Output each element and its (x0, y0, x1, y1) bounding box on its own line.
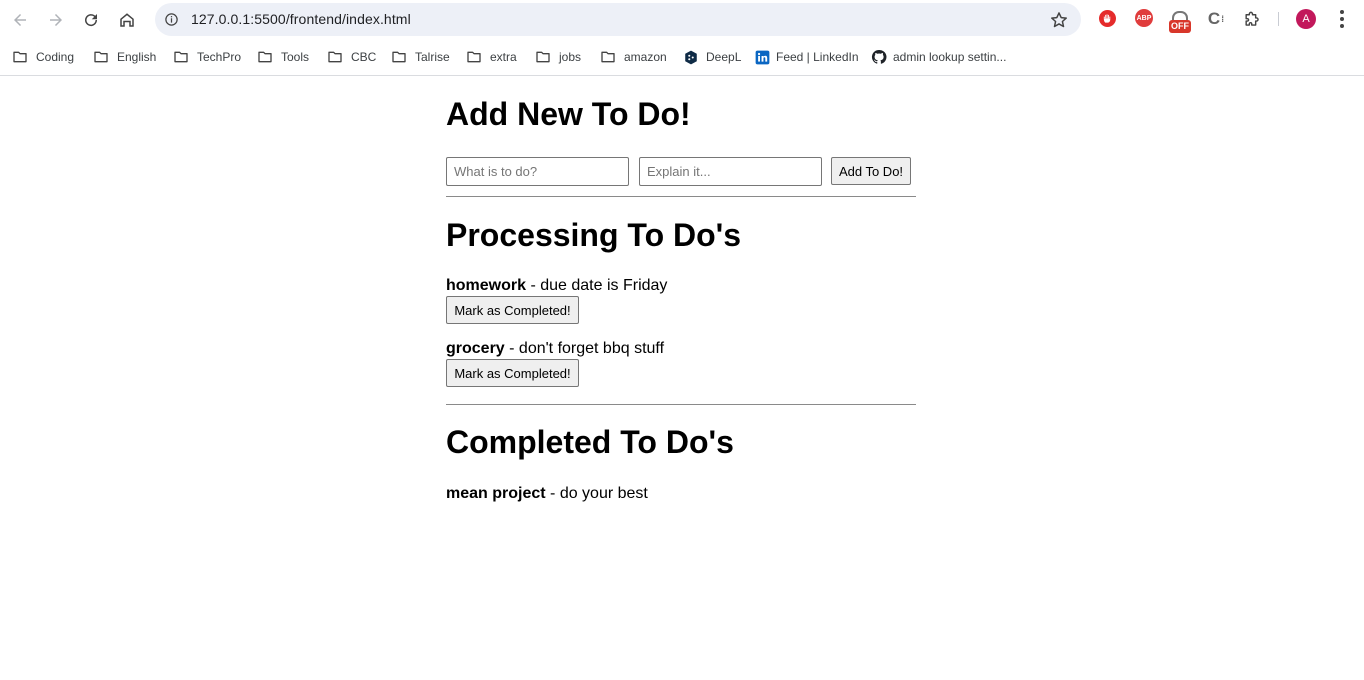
todo-description-input[interactable] (639, 157, 822, 186)
bookmark-label: English (117, 50, 157, 64)
processing-todo-item: grocery - don't forget bbq stuff (446, 340, 664, 358)
reload-icon (85, 14, 98, 27)
bookmark-label: CBC (351, 50, 377, 64)
home-button[interactable] (114, 7, 140, 33)
back-button[interactable] (7, 7, 33, 33)
bookmark-english[interactable]: English (93, 47, 156, 67)
home-icon (120, 13, 134, 27)
divider (446, 404, 916, 405)
bookmarks-bar: Coding English TechPro Tools CBC Talrise… (0, 38, 1364, 76)
bookmark-label: DeepL (706, 50, 742, 64)
bookmark-coding[interactable]: Coding (12, 47, 74, 67)
folder-icon (12, 49, 28, 65)
github-icon (871, 49, 887, 65)
folder-icon (257, 49, 273, 65)
c-extension-icon[interactable]: C ⁞ (1206, 9, 1226, 29)
folder-icon (327, 49, 343, 65)
folder-icon (93, 49, 109, 65)
add-todo-button[interactable]: Add To Do! (831, 157, 911, 185)
address-bar[interactable]: 127.0.0.1:5500/frontend/index.html (155, 3, 1081, 36)
reload-button[interactable] (78, 7, 104, 33)
todo-title-input[interactable] (446, 157, 629, 186)
arrow-right-icon (50, 14, 62, 26)
folder-icon (173, 49, 189, 65)
mark-completed-button[interactable]: Mark as Completed! (446, 296, 579, 324)
bookmark-label: jobs (559, 50, 582, 64)
adblock-plus-extension-icon[interactable]: ABP (1135, 9, 1153, 27)
bookmark-label: Coding (36, 50, 75, 64)
folder-icon (535, 49, 551, 65)
completed-heading: Completed To Do's (446, 424, 734, 460)
todo-description: - don't forget bbq stuff (504, 340, 665, 357)
stop-hand-extension-icon[interactable] (1099, 10, 1116, 27)
browser-toolbar: 127.0.0.1:5500/frontend/index.html ABP O… (0, 0, 1364, 38)
todo-title: grocery (446, 340, 505, 357)
folder-icon (600, 49, 616, 65)
shopping-off-extension-icon[interactable]: OFF (1169, 11, 1191, 33)
bookmark-talrise[interactable]: Talrise (391, 47, 450, 67)
url-text[interactable]: 127.0.0.1:5500/frontend/index.html (191, 11, 411, 27)
bookmark-label: admin lookup settin... (893, 50, 1007, 64)
bookmark-cbc[interactable]: CBC (327, 47, 376, 67)
profile-avatar[interactable]: A (1296, 9, 1316, 29)
bookmark-linkedin[interactable]: Feed | LinkedIn (754, 47, 859, 67)
bookmark-github[interactable]: admin lookup settin... (871, 47, 1006, 67)
bookmark-amazon[interactable]: amazon (600, 47, 667, 67)
site-info-icon[interactable] (163, 11, 180, 28)
bookmark-tools[interactable]: Tools (257, 47, 309, 67)
menu-kebab-icon[interactable] (1333, 9, 1351, 29)
todo-title: mean project (446, 485, 546, 502)
processing-heading: Processing To Do's (446, 217, 742, 253)
bookmark-jobs[interactable]: jobs (535, 47, 581, 67)
c-extension-label: C (1207, 9, 1221, 28)
bookmark-extra[interactable]: extra (466, 47, 517, 67)
star-icon[interactable] (1049, 10, 1069, 30)
todo-description: - due date is Friday (526, 277, 668, 294)
folder-icon (466, 49, 482, 65)
todo-title: homework (446, 277, 527, 294)
bookmark-techpro[interactable]: TechPro (173, 47, 241, 67)
bookmark-label: Tools (281, 50, 310, 64)
bookmark-deepl[interactable]: DeepL (683, 47, 741, 67)
arrow-left-icon (14, 14, 26, 26)
folder-icon (391, 49, 407, 65)
bookmark-label: extra (490, 50, 517, 64)
bookmark-label: Talrise (415, 50, 450, 64)
puzzle-extensions-icon[interactable] (1242, 9, 1262, 29)
linkedin-icon (754, 49, 770, 65)
mark-completed-button[interactable]: Mark as Completed! (446, 359, 579, 387)
todo-description: - do your best (545, 485, 648, 502)
processing-todo-item: homework - due date is Friday (446, 277, 667, 295)
add-todo-heading: Add New To Do! (446, 96, 691, 132)
toolbar-divider (1278, 12, 1279, 26)
bookmark-label: TechPro (197, 50, 242, 64)
bookmark-label: amazon (624, 50, 667, 64)
deepl-icon (683, 49, 699, 65)
divider (446, 196, 916, 197)
forward-button[interactable] (43, 7, 69, 33)
completed-todo-item: mean project - do your best (446, 485, 648, 503)
bookmark-label: Feed | LinkedIn (776, 50, 859, 64)
off-badge: OFF (1169, 20, 1191, 33)
